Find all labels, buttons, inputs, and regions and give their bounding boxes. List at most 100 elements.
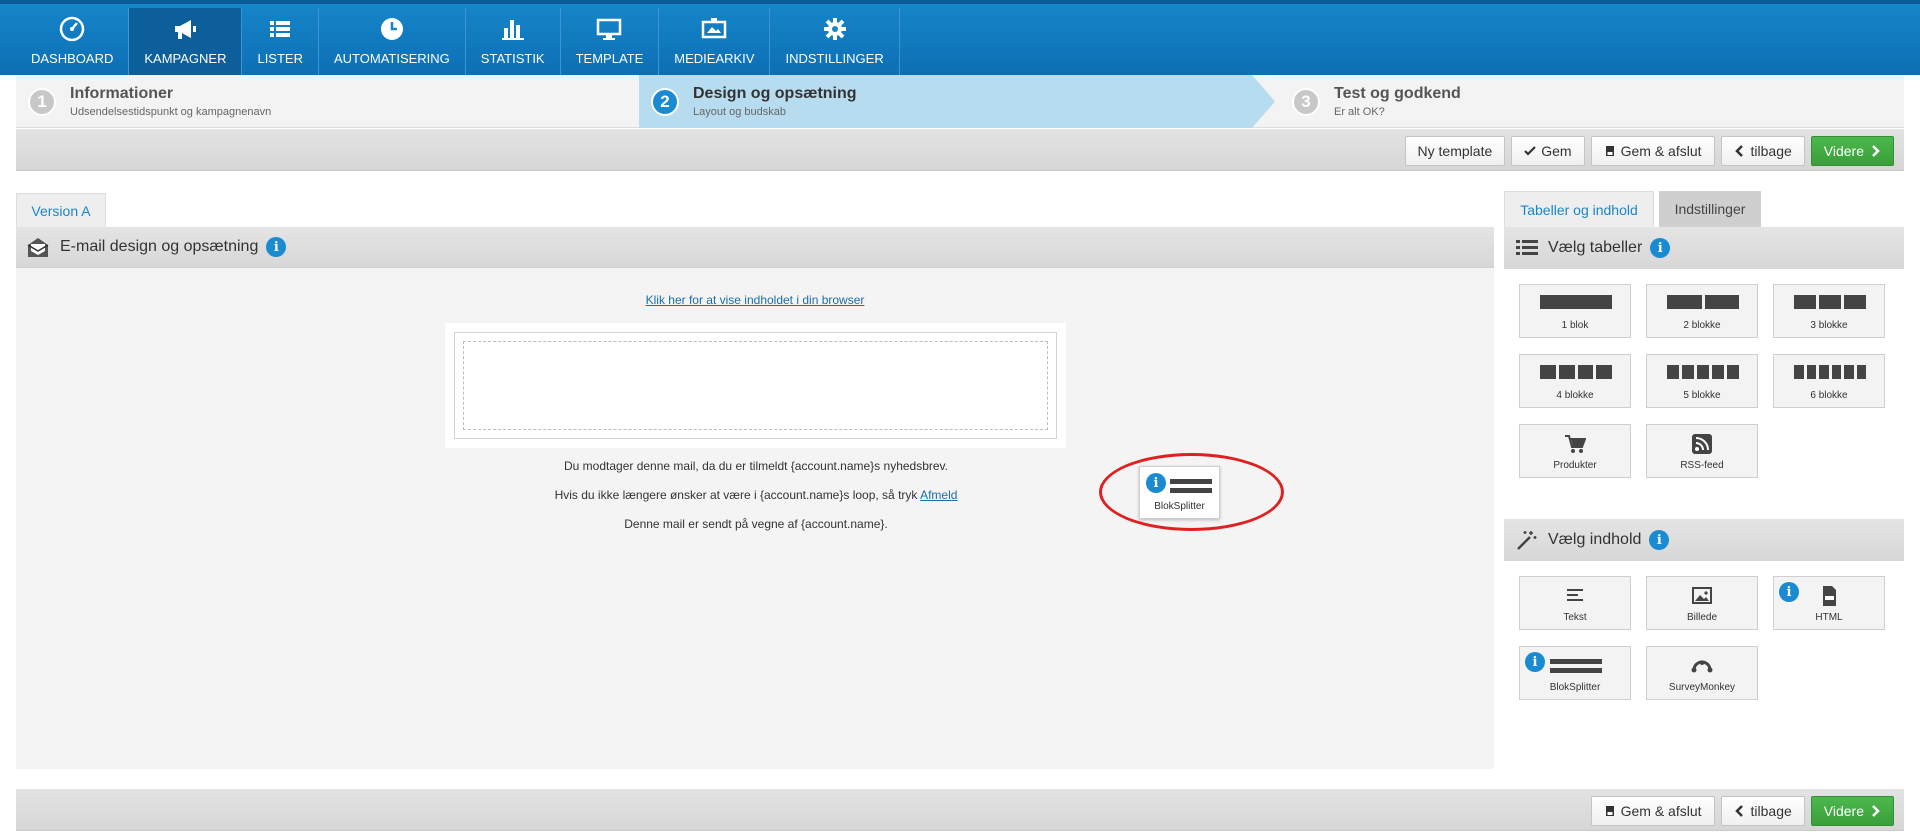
button-label: Gem & afslut (1620, 143, 1702, 159)
button-label: Videre (1823, 143, 1864, 159)
tile-label: Billede (1686, 612, 1718, 623)
table-rss-feed[interactable]: RSS-feed (1646, 424, 1758, 478)
nav-list: DASHBOARD KAMPAGNER LISTER AUTOMATISERIN… (16, 8, 900, 79)
next-button[interactable]: Videre (1810, 136, 1894, 166)
next-button[interactable]: Videre (1810, 796, 1894, 826)
step-number: 2 (651, 87, 679, 116)
nav-item-statistik[interactable]: STATISTIK (466, 8, 561, 79)
content-header: Vælg indhold i (1504, 519, 1904, 561)
unsubscribe-link[interactable]: Afmeld (920, 488, 957, 502)
back-button[interactable]: tilbage (1720, 136, 1805, 166)
wizard-steps: 1 Informationer Udsendelsestidspunkt og … (16, 75, 1904, 128)
nav-item-automatisering[interactable]: AUTOMATISERING (319, 8, 466, 79)
step-informationer[interactable]: 1 Informationer Udsendelsestidspunkt og … (16, 75, 271, 128)
tile-label: 2 blokke (1683, 320, 1721, 331)
tables-panel: Vælg tabeller i 1 blok 2 blokke 3 blokke… (1504, 227, 1904, 507)
new-template-button[interactable]: Ny template (1404, 136, 1506, 166)
content-tekst[interactable]: Tekst (1519, 576, 1631, 630)
nav-item-template[interactable]: TEMPLATE (561, 8, 660, 79)
button-label: Gem & afslut (1620, 803, 1702, 819)
content-panel: Vælg indhold i Tekst Billede i HTML i Bl… (1504, 519, 1904, 769)
block-layout-icon (1540, 295, 1612, 309)
table-4-blokke[interactable]: 4 blokke (1519, 354, 1631, 408)
bottom-toolbar: Gem & afslut tilbage Videre (16, 789, 1904, 831)
nav-item-mediearkiv[interactable]: MEDIEARKIV (659, 8, 771, 79)
table-6-blokke[interactable]: 6 blokke (1773, 354, 1885, 408)
gear-icon (823, 18, 846, 40)
nav-label: INDSTILLINGER (785, 51, 884, 66)
info-icon[interactable]: i (1649, 530, 1670, 550)
step-title: Informationer (70, 85, 174, 102)
nav-item-indstillinger[interactable]: INDSTILLINGER (770, 8, 900, 79)
tile-label: SurveyMonkey (1668, 682, 1736, 693)
save-button[interactable]: Gem (1511, 136, 1585, 166)
nav-item-dashboard[interactable]: DASHBOARD (16, 8, 130, 79)
media-icon (702, 18, 727, 39)
save-icon (1605, 146, 1614, 156)
save-close-button[interactable]: Gem & afslut (1590, 136, 1715, 166)
content-bloksplitter[interactable]: i BlokSplitter (1519, 646, 1631, 700)
content-billede[interactable]: Billede (1646, 576, 1758, 630)
tab-version-a[interactable]: Version A (16, 193, 106, 227)
button-label: tilbage (1750, 143, 1792, 159)
block-layout-icon (1667, 365, 1739, 379)
red-annotation-circle (1099, 453, 1284, 531)
table-2-blokke[interactable]: 2 blokke (1646, 284, 1758, 338)
table-3-blokke[interactable]: 3 blokke (1773, 284, 1885, 338)
panel-title: E-mail design og opsætning (60, 238, 259, 255)
splitter-bars-icon (1550, 659, 1602, 673)
checkmark-icon (1524, 146, 1537, 156)
nav-label: STATISTIK (480, 51, 545, 66)
step-subtitle: Udsendelsestidspunkt og kampagnenavn (70, 106, 272, 118)
html-file-icon (1823, 586, 1836, 606)
open-envelope-icon (27, 238, 49, 257)
back-button[interactable]: tilbage (1720, 796, 1805, 826)
surveymonkey-icon (1691, 660, 1713, 673)
drop-zone[interactable] (463, 341, 1048, 430)
button-label: Ny template (1417, 143, 1493, 159)
panel-header: E-mail design og opsætning i (16, 227, 1494, 268)
table-produkter[interactable]: Produkter (1519, 424, 1631, 478)
nav-label: LISTER (257, 51, 303, 66)
tab-tables-content[interactable]: Tabeller og indhold (1504, 191, 1654, 227)
save-icon (1605, 806, 1614, 816)
tab-settings[interactable]: Indstillinger (1659, 191, 1761, 227)
footer-line-subscribed: Du modtager denne mail, da du er tilmeld… (564, 459, 948, 473)
step-test[interactable]: 3 Test og godkend Er alt OK? (1280, 75, 1461, 128)
section-title: Vælg indhold (1548, 531, 1642, 548)
nav-item-lister[interactable]: LISTER (242, 8, 319, 79)
tile-label: 6 blokke (1810, 390, 1848, 401)
tile-label: HTML (1815, 612, 1843, 623)
top-navigation: DASHBOARD KAMPAGNER LISTER AUTOMATISERIN… (0, 0, 1920, 79)
chevron-right-icon (1872, 805, 1880, 817)
content-surveymonkey[interactable]: SurveyMonkey (1646, 646, 1758, 700)
content-html[interactable]: i HTML (1773, 576, 1885, 630)
tile-label: 1 blok (1561, 320, 1589, 331)
step-subtitle: Layout og budskab (693, 106, 786, 118)
button-label: Gem (1541, 143, 1572, 159)
step-design[interactable]: 2 Design og opsætning Layout og budskab (639, 75, 857, 128)
email-content-area (454, 332, 1057, 439)
info-icon[interactable]: i (266, 237, 287, 257)
dashboard-gauge-icon (59, 16, 85, 42)
table-1-blok[interactable]: 1 blok (1519, 284, 1631, 338)
block-layout-icon (1794, 295, 1866, 309)
step-number: 3 (1292, 87, 1320, 116)
info-icon[interactable]: i (1525, 652, 1545, 672)
tile-label: RSS-feed (1680, 460, 1724, 471)
nav-label: KAMPAGNER (144, 51, 227, 66)
clock-icon (380, 18, 403, 40)
nav-label: DASHBOARD (31, 51, 114, 66)
nav-label: TEMPLATE (575, 51, 644, 66)
view-in-browser-link[interactable]: Klik her for at vise indholdet i din bro… (16, 293, 1494, 307)
save-close-button[interactable]: Gem & afslut (1590, 796, 1715, 826)
info-icon[interactable]: i (1650, 238, 1671, 258)
monitor-icon (597, 18, 622, 40)
bar-chart-icon (501, 20, 524, 40)
table-5-blokke[interactable]: 5 blokke (1646, 354, 1758, 408)
top-toolbar: Ny template Gem Gem & afslut tilbage Vid… (16, 129, 1904, 171)
text-align-icon (1567, 589, 1583, 601)
button-label: tilbage (1750, 803, 1792, 819)
nav-item-kampagner[interactable]: KAMPAGNER (129, 8, 243, 79)
tile-label: BlokSplitter (1549, 682, 1601, 693)
